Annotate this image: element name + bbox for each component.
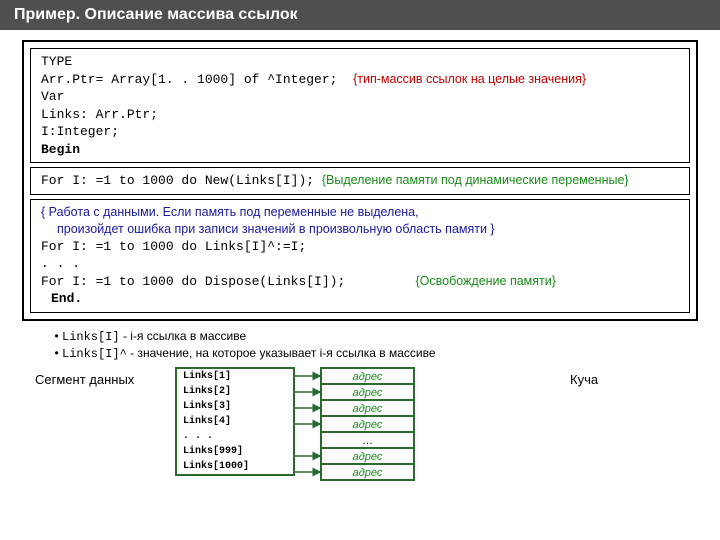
code-line: For I: =1 to 1000 do Dispose(Links[I]); … <box>41 273 679 291</box>
table-row: Links[3] <box>177 399 293 414</box>
code-text: Arr.Ptr= Array[1. . 1000] of ^Integer; <box>41 72 337 87</box>
table-row: . . . <box>177 429 293 444</box>
code-text: For I: =1 to 1000 do New(Links[I]); <box>41 173 314 188</box>
code-line: Var <box>41 88 679 106</box>
code-block-declarations: TYPE Arr.Ptr= Array[1. . 1000] of ^Integ… <box>30 48 690 163</box>
code-outer-frame: TYPE Arr.Ptr= Array[1. . 1000] of ^Integ… <box>22 40 698 321</box>
code-text: For I: =1 to 1000 do Dispose(Links[I]); <box>41 274 345 289</box>
table-row: Links[4] <box>177 414 293 429</box>
plain-text: - значение, на которое указывает i-я ссы… <box>130 346 435 360</box>
table-row: Links[1] <box>177 369 293 384</box>
code-line: Begin <box>41 141 679 159</box>
code-block-new: For I: =1 to 1000 do New(Links[I]); {Выд… <box>30 167 690 195</box>
table-row: Links[999] <box>177 444 293 459</box>
code-line: Links: Arr.Ptr; <box>41 106 679 124</box>
code-line: Arr.Ptr= Array[1. . 1000] of ^Integer; {… <box>41 71 679 89</box>
mono-text: Links[I]^ <box>62 347 127 361</box>
code-line: End. <box>41 290 679 308</box>
heap-box: адрес адрес адрес адрес … адрес адрес <box>320 367 415 479</box>
slide: Пример. Описание массива ссылок TYPE Arr… <box>0 0 720 540</box>
list-item: Links[I] - i-я ссылка в массиве <box>62 329 698 344</box>
slide-title: Пример. Описание массива ссылок <box>0 0 720 30</box>
code-block-work: { Работа с данными. Если память под пере… <box>30 199 690 313</box>
code-line: I:Integer; <box>41 123 679 141</box>
table-row: Links[1000] <box>177 459 293 474</box>
comment-text: { Работа с данными. Если память под пере… <box>41 204 679 221</box>
data-segment-box: Links[1] Links[2] Links[3] Links[4] . . … <box>175 367 295 476</box>
code-line: TYPE <box>41 53 679 71</box>
heap-label: Куча <box>570 372 598 387</box>
data-segment-label: Сегмент данных <box>35 372 134 387</box>
bullet-list: Links[I] - i-я ссылка в массиве Links[I]… <box>22 329 698 361</box>
mono-text: Links[I] <box>62 330 120 344</box>
table-row: адрес <box>320 463 415 481</box>
comment-text: {Выделение памяти под динамические перем… <box>322 173 629 187</box>
comment-text: произойдет ошибка при записи значений в … <box>41 221 679 238</box>
comment-text: {тип-массив ссылок на целые значения} <box>353 72 586 86</box>
comment-text: {Освобождение памяти} <box>415 274 555 288</box>
plain-text: - i-я ссылка в массиве <box>123 329 246 343</box>
code-line: For I: =1 to 1000 do Links[I]^:=I; <box>41 238 679 256</box>
code-line: . . . <box>41 255 679 273</box>
list-item: Links[I]^ - значение, на которое указыва… <box>62 346 698 361</box>
table-row: Links[2] <box>177 384 293 399</box>
